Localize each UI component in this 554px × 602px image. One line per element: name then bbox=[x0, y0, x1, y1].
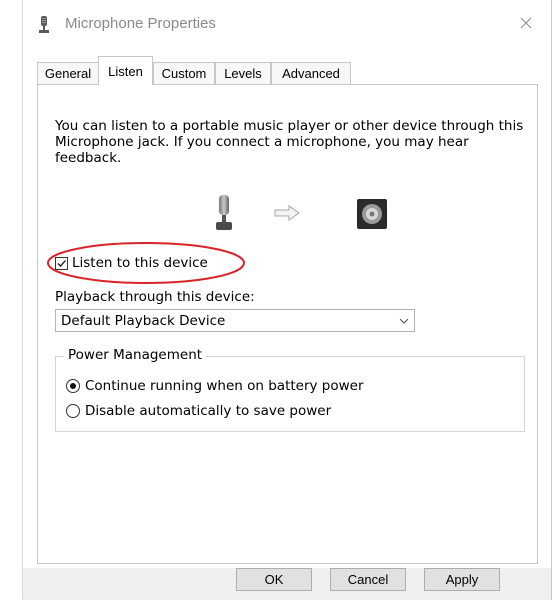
close-button[interactable] bbox=[511, 8, 541, 38]
tab-general[interactable]: General bbox=[37, 62, 99, 84]
microphone-icon bbox=[39, 16, 49, 33]
playback-device-select[interactable]: Default Playback Device bbox=[55, 309, 415, 332]
apply-button[interactable]: Apply bbox=[424, 568, 500, 591]
continue-running-radio[interactable]: Continue running when on battery power bbox=[66, 378, 364, 394]
window-title: Microphone Properties bbox=[65, 15, 216, 32]
speaker-icon bbox=[357, 199, 387, 229]
microphone-icon bbox=[216, 195, 232, 230]
checkbox-box[interactable] bbox=[55, 256, 68, 270]
power-management-group: Power Management Continue running when o… bbox=[55, 347, 525, 432]
radio-button[interactable] bbox=[66, 404, 80, 418]
cancel-button[interactable]: Cancel bbox=[330, 568, 406, 591]
listen-tab-panel: You can listen to a portable music playe… bbox=[37, 84, 538, 564]
arrow-right-icon bbox=[274, 205, 300, 221]
listen-to-device-label: Listen to this device bbox=[72, 255, 208, 271]
tab-advanced[interactable]: Advanced bbox=[271, 62, 351, 84]
power-management-title: Power Management bbox=[64, 347, 207, 363]
radio-button[interactable] bbox=[66, 379, 80, 393]
playback-through-label: Playback through this device: bbox=[55, 289, 255, 305]
disable-automatically-radio[interactable]: Disable automatically to save power bbox=[66, 403, 331, 419]
continue-running-label: Continue running when on battery power bbox=[85, 378, 364, 394]
tab-levels[interactable]: Levels bbox=[215, 62, 271, 84]
tab-listen[interactable]: Listen bbox=[98, 56, 153, 85]
dialog-footer: OK Cancel Apply bbox=[23, 568, 551, 600]
close-icon bbox=[520, 17, 532, 29]
listen-description: You can listen to a portable music playe… bbox=[55, 118, 524, 166]
listen-to-device-checkbox[interactable]: Listen to this device bbox=[55, 255, 208, 271]
ok-button[interactable]: OK bbox=[236, 568, 312, 591]
device-illustration bbox=[214, 193, 394, 233]
disable-automatically-label: Disable automatically to save power bbox=[85, 403, 332, 419]
tab-custom[interactable]: Custom bbox=[153, 62, 215, 84]
checkmark-icon bbox=[57, 259, 66, 267]
chevron-down-icon bbox=[394, 310, 414, 331]
playback-device-value: Default Playback Device bbox=[61, 312, 226, 329]
microphone-properties-dialog: Microphone Properties General Listen Cus… bbox=[22, 0, 552, 600]
title-bar: Microphone Properties bbox=[23, 0, 551, 46]
